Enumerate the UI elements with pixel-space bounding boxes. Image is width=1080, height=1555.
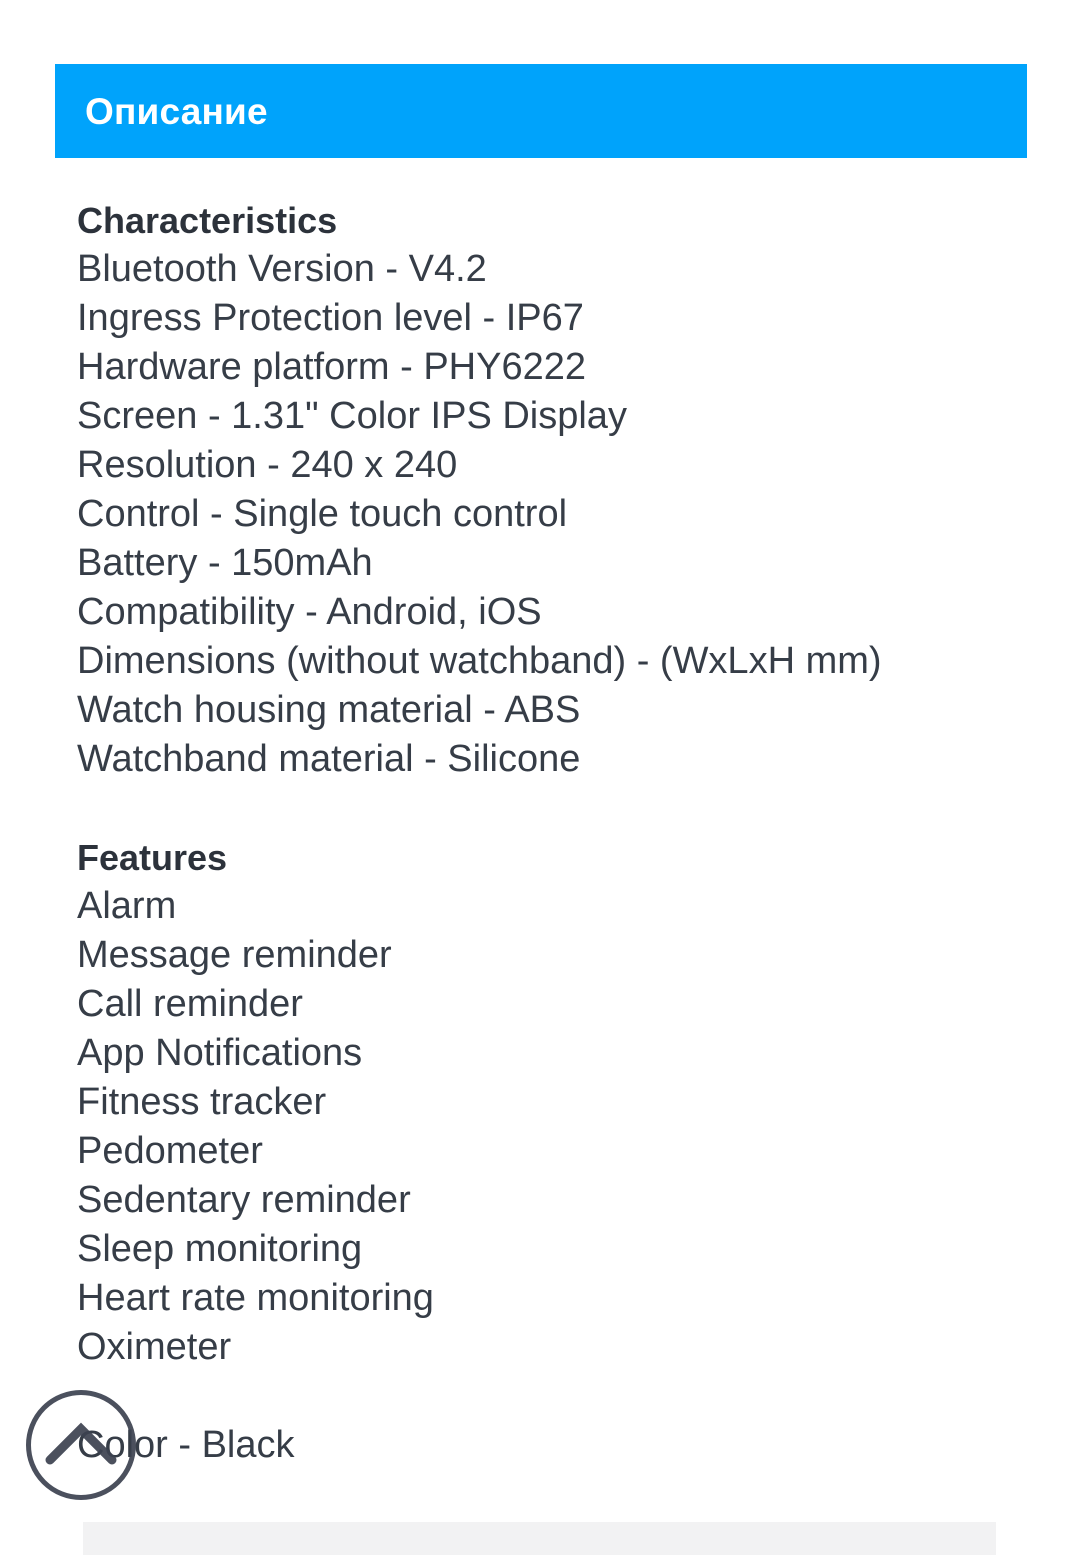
spec-line-compatibility: Compatibility - Android, iOS (77, 591, 542, 633)
section-header-title: Описание (85, 90, 268, 132)
feature-line-app-notifications: App Notifications (77, 1032, 363, 1074)
spec-line-battery: Battery - 150mAh (77, 542, 373, 584)
characteristics-heading: Characteristics (77, 200, 338, 241)
spec-line-resolution: Resolution - 240 x 240 (77, 444, 458, 486)
spec-line-dimensions: Dimensions (without watchband) - (WxLxH … (77, 640, 882, 682)
spec-line-ingress-protection: Ingress Protection level - IP67 (77, 297, 584, 339)
feature-line-call-reminder: Call reminder (77, 983, 303, 1025)
feature-line-pedometer: Pedometer (77, 1130, 263, 1172)
description-body: Characteristics Bluetooth Version - V4.2… (77, 196, 1057, 1470)
scroll-to-top-button[interactable] (26, 1390, 136, 1500)
feature-line-alarm: Alarm (77, 885, 177, 927)
features-heading: Features (77, 837, 228, 878)
spec-line-watchband-material: Watchband material - Silicone (77, 738, 581, 780)
spec-line-hardware-platform: Hardware platform - PHY6222 (77, 346, 586, 388)
chevron-up-icon (44, 1408, 118, 1482)
feature-line-sleep-monitoring: Sleep monitoring (77, 1228, 363, 1270)
spec-line-color: Color - Black (77, 1424, 295, 1466)
feature-line-oximeter: Oximeter (77, 1326, 232, 1368)
feature-line-fitness-tracker: Fitness tracker (77, 1081, 327, 1123)
bottom-content-panel (83, 1522, 996, 1555)
paragraph-spacer-2 (77, 1372, 1057, 1421)
feature-line-message-reminder: Message reminder (77, 934, 392, 976)
feature-line-sedentary-reminder: Sedentary reminder (77, 1179, 411, 1221)
spec-line-screen: Screen - 1.31" Color IPS Display (77, 395, 627, 437)
description-page: Описание Characteristics Bluetooth Versi… (0, 0, 1080, 1555)
section-header-bar: Описание (55, 64, 1027, 158)
spec-line-watch-housing-material: Watch housing material - ABS (77, 689, 581, 731)
spec-line-control: Control - Single touch control (77, 493, 568, 535)
spec-line-bluetooth-version: Bluetooth Version - V4.2 (77, 248, 487, 290)
feature-line-heart-rate-monitoring: Heart rate monitoring (77, 1277, 434, 1319)
